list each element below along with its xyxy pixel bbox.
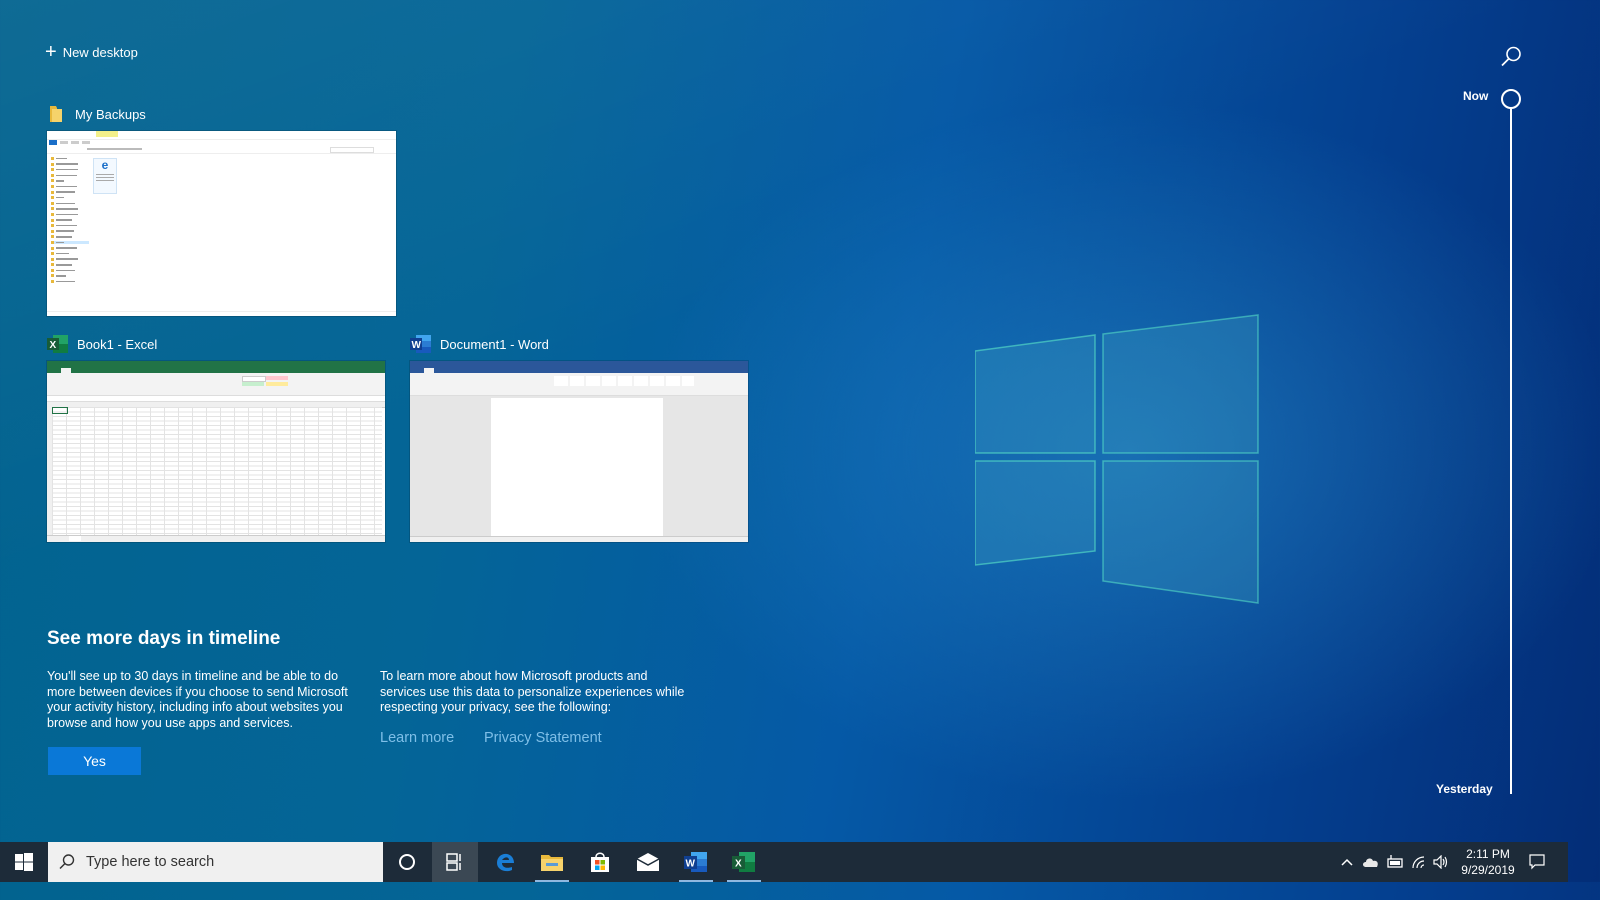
- nav-item[interactable]: [51, 246, 89, 250]
- show-hidden-icons-button[interactable]: [1338, 842, 1356, 882]
- taskbar-excel[interactable]: X: [721, 842, 767, 882]
- nav-item[interactable]: [51, 207, 89, 211]
- nav-item[interactable]: [51, 212, 89, 216]
- folder-icon: [541, 855, 563, 871]
- nav-item[interactable]: [51, 201, 89, 205]
- nav-pane: [51, 157, 89, 286]
- taskbar-edge[interactable]: [482, 842, 528, 882]
- activity-thumbnail[interactable]: e: [47, 131, 396, 316]
- promo-body-right: To learn more about how Microsoft produc…: [380, 669, 685, 715]
- nav-item[interactable]: [51, 263, 89, 267]
- nav-item[interactable]: [51, 224, 89, 228]
- nav-item[interactable]: [51, 274, 89, 278]
- activity-card-word[interactable]: W Document1 - Word: [410, 333, 748, 542]
- promo-body-left: You'll see up to 30 days in timeline and…: [47, 669, 348, 730]
- new-desktop-label: New desktop: [62, 44, 138, 60]
- nav-item[interactable]: [51, 190, 89, 194]
- taskbar-mail[interactable]: [625, 842, 671, 882]
- notifications-icon: [1529, 854, 1545, 870]
- svg-text:W: W: [412, 340, 422, 351]
- nav-item[interactable]: [51, 184, 89, 188]
- nav-item[interactable]: [51, 229, 89, 233]
- folder-icon: [47, 104, 67, 124]
- excel-icon: X: [47, 334, 68, 354]
- timeline-now-label: Now: [1463, 89, 1489, 103]
- nav-item[interactable]: [51, 252, 89, 256]
- nav-item[interactable]: [51, 162, 89, 166]
- nav-item[interactable]: [51, 235, 89, 239]
- document-page: [491, 398, 663, 536]
- word-icon: W: [410, 334, 431, 354]
- cortana-button[interactable]: [384, 842, 430, 882]
- edge-icon: [497, 853, 514, 872]
- wifi-icon: [1412, 856, 1425, 869]
- svg-text:W: W: [686, 859, 696, 870]
- activity-card-excel[interactable]: X Book1 - Excel: [47, 333, 385, 542]
- tray-wifi[interactable]: [1408, 842, 1430, 882]
- cortana-icon: [399, 854, 415, 870]
- file-item[interactable]: e: [93, 158, 117, 194]
- promo-title: See more days in timeline: [47, 628, 281, 649]
- running-indicator: [535, 880, 569, 882]
- running-indicator: [679, 880, 713, 882]
- privacy-statement-link[interactable]: Privacy Statement: [484, 730, 602, 746]
- word-icon: W: [684, 852, 707, 872]
- clock-date: 9/29/2019: [1461, 863, 1515, 877]
- taskbar-word[interactable]: W: [673, 842, 719, 882]
- nav-item[interactable]: [51, 179, 89, 183]
- store-icon: [591, 852, 609, 872]
- wallpaper-windows-logo: [974, 313, 1260, 605]
- activity-thumbnail[interactable]: [47, 361, 385, 542]
- task-view-icon: [446, 853, 461, 871]
- battery-icon: [1387, 855, 1403, 868]
- search-icon: [59, 854, 75, 870]
- nav-item[interactable]: [51, 257, 89, 261]
- learn-more-link[interactable]: Learn more: [380, 730, 454, 746]
- task-view-button[interactable]: [432, 842, 478, 882]
- manage-tab: [96, 131, 118, 137]
- tray-battery[interactable]: [1384, 842, 1406, 882]
- timeline-scrollbar[interactable]: [1509, 108, 1512, 794]
- activity-title: My Backups: [75, 106, 146, 122]
- timeline-search-button[interactable]: [1498, 44, 1524, 70]
- clock[interactable]: 2:11 PM 9/29/2019: [1452, 846, 1524, 878]
- taskbar-search-box[interactable]: Type here to search: [48, 842, 383, 882]
- search-placeholder: Type here to search: [86, 854, 215, 870]
- windows-start-icon: [15, 853, 33, 871]
- taskbar-file-explorer[interactable]: [529, 842, 575, 882]
- excel-icon: X: [732, 852, 755, 872]
- search-icon: [1501, 46, 1521, 67]
- timeline-scrubber-handle[interactable]: [1501, 89, 1521, 109]
- clock-time: 2:11 PM: [1466, 847, 1510, 861]
- chevron-up-icon: [1341, 858, 1353, 866]
- nav-item[interactable]: [51, 157, 89, 160]
- activity-title: Book1 - Excel: [77, 336, 158, 352]
- activity-card-my-backups[interactable]: My Backups e: [47, 103, 396, 316]
- nav-item[interactable]: [51, 173, 89, 177]
- activity-thumbnail[interactable]: [410, 361, 748, 542]
- tray-volume[interactable]: [1430, 842, 1452, 882]
- new-desktop-button[interactable]: + New desktop: [45, 41, 138, 63]
- volume-icon: [1433, 855, 1448, 869]
- tray-onedrive[interactable]: [1360, 842, 1382, 882]
- taskbar-store[interactable]: [577, 842, 623, 882]
- nav-item[interactable]: [51, 218, 89, 222]
- svg-text:X: X: [735, 859, 742, 870]
- nav-item[interactable]: [51, 240, 89, 244]
- start-button[interactable]: [0, 842, 48, 882]
- nav-item[interactable]: [51, 168, 89, 172]
- yes-button[interactable]: Yes: [48, 747, 141, 775]
- nav-item[interactable]: [51, 280, 89, 284]
- timeline-yesterday-label[interactable]: Yesterday: [1436, 782, 1493, 796]
- onedrive-icon: [1363, 858, 1378, 867]
- activity-title: Document1 - Word: [440, 336, 549, 352]
- running-indicator: [727, 880, 761, 882]
- mail-icon: [636, 853, 660, 871]
- nav-item[interactable]: [51, 268, 89, 272]
- plus-icon: +: [45, 41, 57, 63]
- nav-item[interactable]: [51, 196, 89, 200]
- svg-text:X: X: [50, 340, 57, 351]
- edge-file-icon: e: [101, 158, 109, 172]
